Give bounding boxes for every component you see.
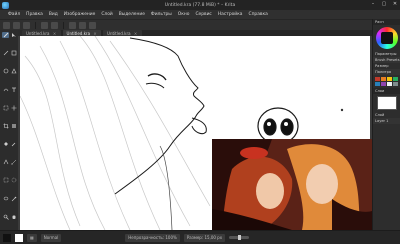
measure-icon[interactable] bbox=[10, 159, 17, 165]
canvas-viewport[interactable] bbox=[18, 36, 372, 230]
menu-help[interactable]: Справка bbox=[249, 12, 268, 17]
ellipse-select-icon[interactable] bbox=[10, 177, 17, 183]
opacity-slider[interactable]: Непрозрачность: 100% bbox=[125, 233, 180, 242]
eyedropper-icon[interactable] bbox=[10, 141, 17, 147]
title-bar: Untitled.kra (77.8 MiB) * – Krita – ▢ ✕ bbox=[0, 0, 400, 10]
color-swatch[interactable] bbox=[375, 77, 380, 81]
pattern-picker-icon[interactable] bbox=[79, 21, 86, 29]
color-swatch[interactable] bbox=[381, 82, 386, 86]
menu-view[interactable]: Вид bbox=[49, 12, 58, 17]
menu-window[interactable]: Окно bbox=[178, 12, 190, 17]
color-swatch[interactable] bbox=[381, 77, 386, 81]
toolbar-separator bbox=[63, 21, 64, 29]
maximize-button[interactable]: ▢ bbox=[381, 1, 387, 7]
toolbox bbox=[0, 30, 18, 230]
cursor-dot bbox=[340, 108, 344, 112]
size-slider[interactable]: Размер: 15,00 px bbox=[183, 233, 226, 242]
save-icon[interactable] bbox=[23, 21, 30, 29]
layer-thumbnail[interactable] bbox=[377, 96, 397, 110]
palette-swatches bbox=[373, 75, 400, 88]
rect-icon[interactable] bbox=[10, 50, 17, 56]
layer-row[interactable]: Layer 1 bbox=[373, 118, 400, 124]
move-icon[interactable] bbox=[10, 105, 17, 111]
fill-icon[interactable] bbox=[2, 141, 9, 147]
zoom-icon[interactable] bbox=[2, 214, 9, 220]
color-swatch[interactable] bbox=[393, 77, 398, 81]
menu-layer[interactable]: Слой bbox=[101, 12, 112, 17]
foreground-color[interactable] bbox=[3, 233, 11, 242]
advanced-color-selector-title: Расп bbox=[373, 19, 400, 25]
ellipse-icon[interactable] bbox=[2, 68, 9, 74]
tab-label: Untitled.kra bbox=[26, 30, 50, 36]
undo-icon[interactable] bbox=[41, 21, 48, 29]
color-swatch[interactable] bbox=[387, 82, 392, 86]
drawing-canvas[interactable] bbox=[19, 36, 372, 230]
menu-image[interactable]: Изображение bbox=[64, 12, 96, 17]
main-toolbar bbox=[0, 19, 400, 30]
menu-file[interactable]: Файл bbox=[8, 12, 20, 17]
close-button[interactable]: ✕ bbox=[392, 1, 398, 7]
reference-image bbox=[212, 139, 372, 230]
color-selector-wheel[interactable] bbox=[375, 27, 398, 49]
pointer-icon[interactable] bbox=[10, 32, 17, 38]
text-icon[interactable] bbox=[10, 87, 17, 93]
magic-wand-icon[interactable] bbox=[10, 196, 17, 202]
blend-mode-select[interactable]: Normal bbox=[40, 233, 62, 242]
brush-icon[interactable] bbox=[2, 32, 9, 38]
line-icon[interactable] bbox=[2, 50, 9, 56]
gradient-icon[interactable] bbox=[10, 123, 17, 129]
close-icon[interactable]: × bbox=[53, 31, 57, 36]
toolbar-separator bbox=[35, 21, 36, 29]
brush-preset-chip[interactable]: ▦ bbox=[27, 233, 37, 242]
window-title: Untitled.kra (77.8 MiB) * – Krita bbox=[164, 2, 236, 8]
rect-select-icon[interactable] bbox=[2, 177, 9, 183]
crop-icon[interactable] bbox=[2, 123, 9, 129]
minimize-button[interactable]: – bbox=[370, 1, 376, 7]
close-icon[interactable]: × bbox=[134, 31, 138, 36]
polygon-icon[interactable] bbox=[10, 68, 17, 74]
menu-tools[interactable]: Сервис bbox=[195, 12, 211, 17]
color-swatch[interactable] bbox=[375, 82, 380, 86]
close-icon[interactable]: × bbox=[93, 31, 97, 36]
gradient-picker-icon[interactable] bbox=[69, 21, 76, 29]
transform-icon[interactable] bbox=[2, 105, 9, 111]
layers-title: Слои bbox=[373, 88, 400, 94]
menu-bar: Файл Правка Вид Изображение Слой Выделен… bbox=[0, 10, 400, 19]
new-document-icon[interactable] bbox=[3, 21, 10, 29]
color-swatch[interactable] bbox=[393, 82, 398, 86]
assistant-icon[interactable] bbox=[2, 159, 9, 165]
menu-edit[interactable]: Правка bbox=[26, 12, 43, 17]
docker-panel: Расп Параметры Brush Presets Размер Пали… bbox=[372, 19, 400, 230]
menu-filters[interactable]: Фильтры bbox=[151, 12, 172, 17]
brush-preset-icon[interactable] bbox=[89, 21, 96, 29]
open-document-icon[interactable] bbox=[13, 21, 20, 29]
menu-settings[interactable]: Настройка bbox=[218, 12, 243, 17]
window-controls: – ▢ ✕ bbox=[370, 1, 398, 7]
menu-select[interactable]: Выделение bbox=[119, 12, 145, 17]
tab-label: Untitled.kra bbox=[107, 30, 131, 36]
color-swatch[interactable] bbox=[387, 77, 392, 81]
redo-icon[interactable] bbox=[51, 21, 58, 29]
pan-icon[interactable] bbox=[10, 214, 17, 220]
zoom-slider[interactable] bbox=[229, 235, 250, 240]
lasso-icon[interactable] bbox=[2, 196, 9, 202]
tab-label: Untitled.kra bbox=[66, 30, 91, 36]
status-bar: ▦ Normal Непрозрачность: 100% Размер: 15… bbox=[0, 230, 400, 244]
freehand-path-icon[interactable] bbox=[2, 87, 9, 93]
background-color[interactable] bbox=[15, 233, 23, 242]
